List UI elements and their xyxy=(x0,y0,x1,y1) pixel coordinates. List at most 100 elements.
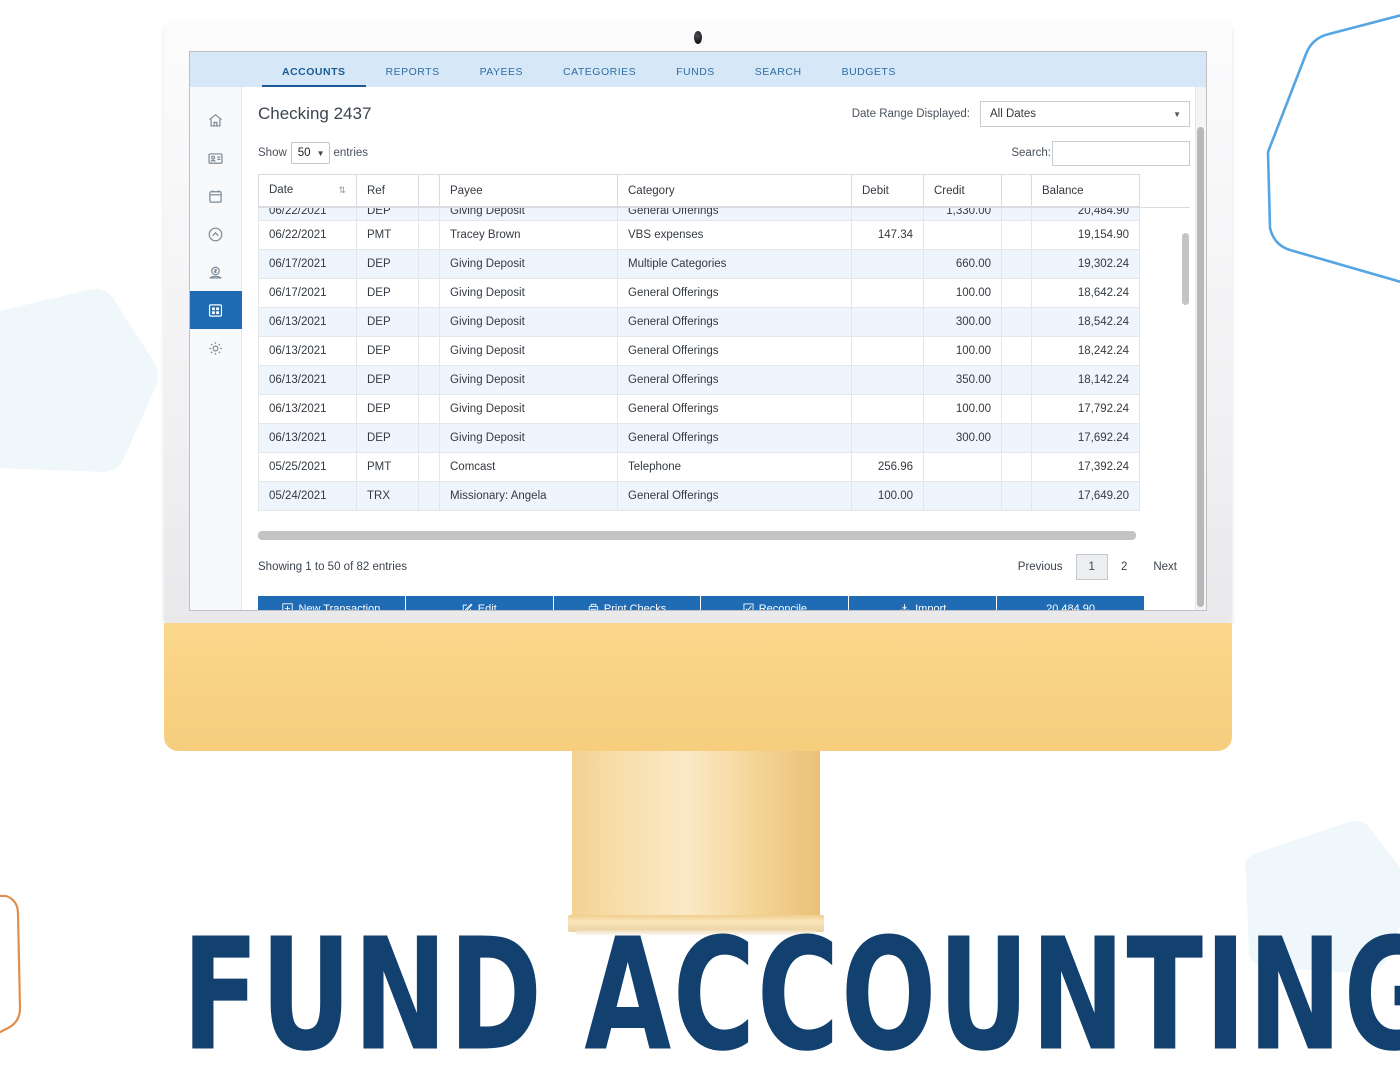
monitor-stand-neck xyxy=(572,751,820,918)
transactions-table-scroll-area[interactable]: 06/22/2021 DEP Giving Deposit General Of… xyxy=(258,207,1190,529)
edit-button[interactable]: Edit xyxy=(405,596,554,611)
import-button[interactable]: Import xyxy=(849,596,998,610)
reconcile-button[interactable]: Reconcile xyxy=(701,596,850,610)
sidebar-item-circle-up[interactable] xyxy=(190,215,242,253)
nav-tab-budgets[interactable]: BUDGETS xyxy=(822,66,916,87)
cell-ref: PMT xyxy=(356,452,419,482)
table-row[interactable]: 05/25/2021 PMT Comcast Telephone 256.96 17,39… xyxy=(258,452,1140,482)
cell-spacer2 xyxy=(1001,220,1032,250)
cell-category: General Offerings xyxy=(617,423,852,453)
table-row[interactable]: 06/17/2021 DEP Giving Deposit General Offer… xyxy=(258,278,1140,308)
sidebar-item-calendar[interactable] xyxy=(190,177,242,215)
table-row[interactable]: 06/22/2021 PMT Tracey Brown VBS expenses 147… xyxy=(258,220,1140,250)
sidebar-item-accounts-grid[interactable] xyxy=(190,291,242,329)
hexagon-outline-bottomleft xyxy=(0,894,22,1034)
table-row[interactable]: 06/17/2021 DEP Giving Deposit Multiple Cate… xyxy=(258,249,1140,279)
pagination-page-2[interactable]: 2 xyxy=(1108,554,1140,580)
nav-tab-payees[interactable]: PAYEES xyxy=(460,66,543,87)
monitor-chin xyxy=(164,623,1232,751)
balance-total-button[interactable]: 20,484.90 xyxy=(997,596,1144,610)
cell-credit: 300.00 xyxy=(923,307,1002,337)
show-entries-prefix: Show xyxy=(258,147,287,159)
cell-date: 06/13/2021 xyxy=(258,365,357,395)
cell-balance: 18,542.24 xyxy=(1031,307,1140,337)
cell-balance: 18,642.24 xyxy=(1031,278,1140,308)
pagination-page-1[interactable]: 1 xyxy=(1075,554,1108,580)
import-inbox-icon xyxy=(899,604,910,610)
pagination-next[interactable]: Next xyxy=(1140,554,1190,580)
column-header-category[interactable]: Category xyxy=(617,174,852,207)
nav-tab-accounts[interactable]: ACCOUNTS xyxy=(262,66,366,87)
headline: FUND ACCOUNTING xyxy=(182,904,1400,1085)
table-header-row: Date ⇅ Ref Payee Category Debit Credit B… xyxy=(258,174,1140,207)
column-header-debit[interactable]: Debit xyxy=(851,174,924,207)
cell-balance: 17,792.24 xyxy=(1031,394,1140,424)
cell-debit: 147.34 xyxy=(851,220,924,250)
cell-payee: Giving Deposit xyxy=(439,394,618,424)
table-row[interactable]: 06/22/2021 DEP Giving Deposit General Of… xyxy=(258,208,1140,220)
nav-tab-funds[interactable]: FUNDS xyxy=(656,66,735,87)
cell-ref: DEP xyxy=(356,278,419,308)
column-header-ref[interactable]: Ref xyxy=(356,174,419,207)
table-horizontal-scrollbar-track[interactable] xyxy=(258,531,1136,540)
cell-debit xyxy=(851,423,924,453)
table-vertical-scrollbar-thumb[interactable] xyxy=(1182,233,1189,305)
sidebar-item-deposits[interactable] xyxy=(190,253,242,291)
cell-balance: 17,392.24 xyxy=(1031,452,1140,482)
table-row[interactable]: 06/13/2021 DEP Giving Deposit General Offer… xyxy=(258,336,1140,366)
cell-spacer2 xyxy=(1001,307,1032,337)
cell-category: Telephone xyxy=(617,452,852,482)
cell-ref: DEP xyxy=(356,394,419,424)
page-scrollbar-track[interactable] xyxy=(1195,87,1206,610)
cell-payee: Tracey Brown xyxy=(439,220,618,250)
cell-date: 05/25/2021 xyxy=(258,452,357,482)
sidebar-item-contacts[interactable] xyxy=(190,139,242,177)
action-button-bar: New Transaction Edit Print Checks Reconc… xyxy=(258,596,1144,611)
nav-tab-search[interactable]: SEARCH xyxy=(735,66,822,87)
cell-date: 05/24/2021 xyxy=(258,481,357,511)
application-screen: ACCOUNTS REPORTS PAYEES CATEGORIES FUNDS SEAR… xyxy=(189,51,1207,611)
table-row[interactable]: 06/13/2021 DEP Giving Deposit General Offer… xyxy=(258,307,1140,337)
table-row[interactable]: 06/13/2021 DEP Giving Deposit General Offer… xyxy=(258,394,1140,424)
cell-spacer2 xyxy=(1001,365,1032,395)
pagination-previous[interactable]: Previous xyxy=(1005,554,1076,580)
page-scrollbar-thumb[interactable] xyxy=(1197,127,1204,607)
table-horizontal-scrollbar-thumb[interactable] xyxy=(258,531,1136,540)
cell-spacer2 xyxy=(1001,208,1032,220)
cell-payee: Giving Deposit xyxy=(439,208,618,220)
column-header-date[interactable]: Date ⇅ xyxy=(258,174,357,207)
plus-box-icon xyxy=(282,603,294,610)
entries-info: Showing 1 to 50 of 82 entries xyxy=(258,561,407,573)
search-input[interactable] xyxy=(1052,140,1190,166)
entries-per-page-select[interactable]: 50 ▼ xyxy=(290,142,330,164)
search-group: Search: xyxy=(1011,140,1190,166)
sidebar-item-settings[interactable] xyxy=(190,329,242,367)
cell-ref: TRX xyxy=(356,481,419,511)
hexagon-fill-left xyxy=(0,289,158,472)
table-row[interactable]: 06/13/2021 DEP Giving Deposit General Offer… xyxy=(258,423,1140,453)
cell-balance: 17,649.20 xyxy=(1031,481,1140,511)
search-label: Search: xyxy=(1011,147,1051,159)
column-header-payee[interactable]: Payee xyxy=(439,174,618,207)
cell-category: General Offerings xyxy=(617,481,852,511)
column-header-balance[interactable]: Balance xyxy=(1031,174,1140,207)
new-transaction-button[interactable]: New Transaction xyxy=(258,596,406,610)
table-row[interactable]: 05/24/2021 TRX Missionary: Angela General O… xyxy=(258,481,1140,511)
table-row[interactable]: 06/13/2021 DEP Giving Deposit General Offer… xyxy=(258,365,1140,395)
date-range-value: All Dates xyxy=(990,108,1037,120)
cell-ref: DEP xyxy=(356,336,419,366)
cell-ref: PMT xyxy=(356,220,419,250)
sidebar-item-home[interactable] xyxy=(190,101,242,139)
print-checks-button[interactable]: Print Checks xyxy=(553,596,702,610)
pagination: Previous 1 2 Next xyxy=(1005,554,1190,580)
cell-payee: Giving Deposit xyxy=(439,336,618,366)
column-header-credit[interactable]: Credit xyxy=(923,174,1002,207)
nav-tab-categories[interactable]: CATEGORIES xyxy=(543,66,656,87)
date-range-select[interactable]: All Dates ▼ xyxy=(980,101,1190,127)
cell-spacer2 xyxy=(1001,278,1032,308)
cell-debit xyxy=(851,249,924,279)
cell-date: 06/17/2021 xyxy=(258,249,357,279)
nav-tab-reports[interactable]: REPORTS xyxy=(366,66,460,87)
edit-label: Edit xyxy=(477,602,497,611)
cell-credit: 300.00 xyxy=(923,423,1002,453)
